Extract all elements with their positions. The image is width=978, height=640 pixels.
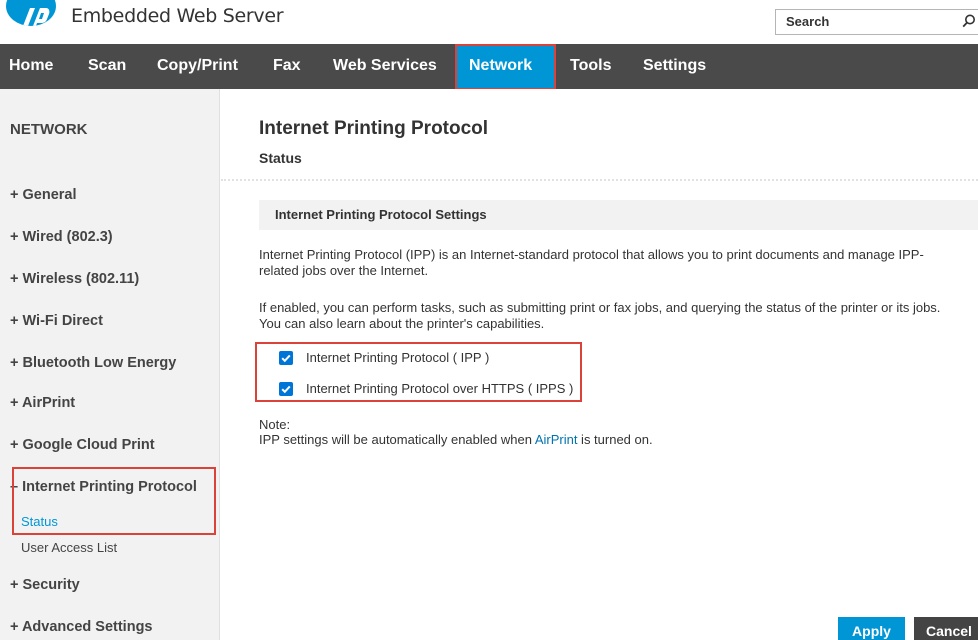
capabilities-paragraph: If enabled, you can perform tasks, such … (259, 300, 978, 332)
search-placeholder: Search (786, 14, 830, 29)
capabilities-line-1: If enabled, you can perform tasks, such … (259, 300, 941, 315)
page-subtitle: Status (259, 150, 302, 166)
note-text-before: IPP settings will be automatically enabl… (259, 432, 535, 447)
section-header: Internet Printing Protocol Settings (259, 200, 978, 230)
cancel-button[interactable]: Cancel (914, 617, 978, 640)
sidebar-item-ipp[interactable]: – Internet Printing Protocol (10, 479, 197, 495)
checkmark-icon (281, 385, 291, 394)
tab-scan[interactable]: Scan (88, 44, 126, 89)
tab-settings[interactable]: Settings (643, 44, 706, 89)
note-text: IPP settings will be automatically enabl… (259, 432, 653, 447)
sidebar-item-general[interactable]: + General (10, 187, 77, 203)
airprint-link[interactable]: AirPrint (535, 432, 578, 447)
ipps-checkbox-label: Internet Printing Protocol over HTTPS ( … (306, 381, 574, 396)
sidebar-item-wifi-direct[interactable]: + Wi-Fi Direct (10, 313, 103, 329)
sidebar-item-google-cloud-print[interactable]: + Google Cloud Print (10, 437, 155, 453)
sidebar-subitem-user-access-list[interactable]: User Access List (21, 540, 117, 555)
tab-fax[interactable]: Fax (273, 44, 301, 89)
note-label: Note: (259, 417, 291, 432)
sidebar-item-security[interactable]: + Security (10, 577, 80, 593)
tab-network[interactable]: Network (457, 44, 554, 89)
sidebar-item-wired[interactable]: + Wired (802.3) (10, 229, 113, 245)
sidebar-heading: NETWORK (10, 121, 88, 138)
sidebar-subitem-status[interactable]: Status (21, 514, 58, 529)
description-line-1: Internet Printing Protocol (IPP) is an I… (259, 247, 924, 262)
ipp-checkbox-label: Internet Printing Protocol ( IPP ) (306, 350, 490, 365)
main-content: Internet Printing Protocol Status Intern… (221, 89, 978, 640)
note-text-after: is turned on. (577, 432, 653, 447)
sidebar-item-advanced-settings[interactable]: + Advanced Settings (10, 619, 153, 635)
sidebar-item-bluetooth-le[interactable]: + Bluetooth Low Energy (10, 355, 176, 371)
hp-logo-icon (6, 0, 56, 26)
capabilities-line-2: You can also learn about the printer's c… (259, 316, 545, 331)
search-input[interactable]: Search (775, 9, 978, 35)
header: Embedded Web Server Search (0, 0, 978, 44)
section-title: Internet Printing Protocol Settings (275, 207, 487, 222)
sidebar-item-airprint[interactable]: + AirPrint (10, 395, 75, 411)
ipp-checkbox[interactable] (279, 351, 293, 365)
ipps-checkbox[interactable] (279, 382, 293, 396)
description-paragraph: Internet Printing Protocol (IPP) is an I… (259, 247, 978, 279)
tab-web-services[interactable]: Web Services (333, 44, 437, 89)
top-nav: Home Scan Copy/Print Fax Web Services Ne… (0, 44, 978, 89)
checkmark-icon (281, 354, 291, 363)
sidebar: NETWORK + General + Wired (802.3) + Wire… (0, 89, 220, 640)
sidebar-item-wireless[interactable]: + Wireless (802.11) (10, 271, 139, 287)
divider (221, 179, 978, 181)
page-title: Internet Printing Protocol (259, 118, 489, 139)
tab-home[interactable]: Home (9, 44, 53, 89)
search-icon[interactable] (962, 14, 976, 28)
tab-copy-print[interactable]: Copy/Print (157, 44, 238, 89)
apply-button[interactable]: Apply (838, 617, 905, 640)
app-title: Embedded Web Server (71, 5, 284, 27)
description-line-2: related jobs over the Internet. (259, 263, 429, 278)
note: Note: IPP settings will be automatically… (259, 417, 653, 447)
tab-tools[interactable]: Tools (570, 44, 611, 89)
